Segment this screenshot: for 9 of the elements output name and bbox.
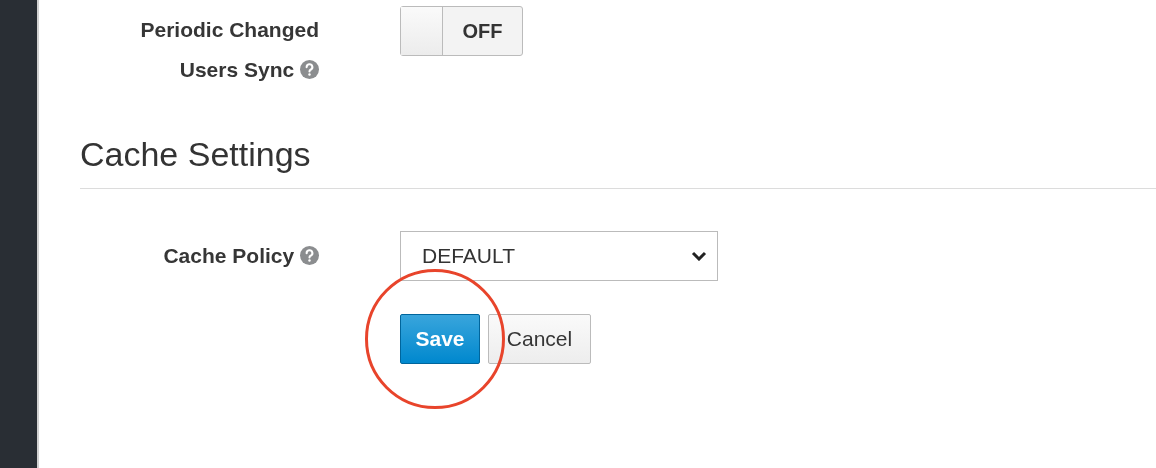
chevron-down-icon [691,251,707,261]
field-label: Cache Policy [80,236,319,276]
toggle-switch[interactable]: OFF [400,6,523,56]
cancel-button[interactable]: Cancel [488,314,591,364]
field-label: Periodic Changed Users Sync [139,17,319,83]
cache-policy-dropdown[interactable]: DEFAULT [400,231,718,281]
help-icon [300,60,319,79]
section-heading: Cache Settings [80,134,312,174]
help-icon [300,246,319,265]
